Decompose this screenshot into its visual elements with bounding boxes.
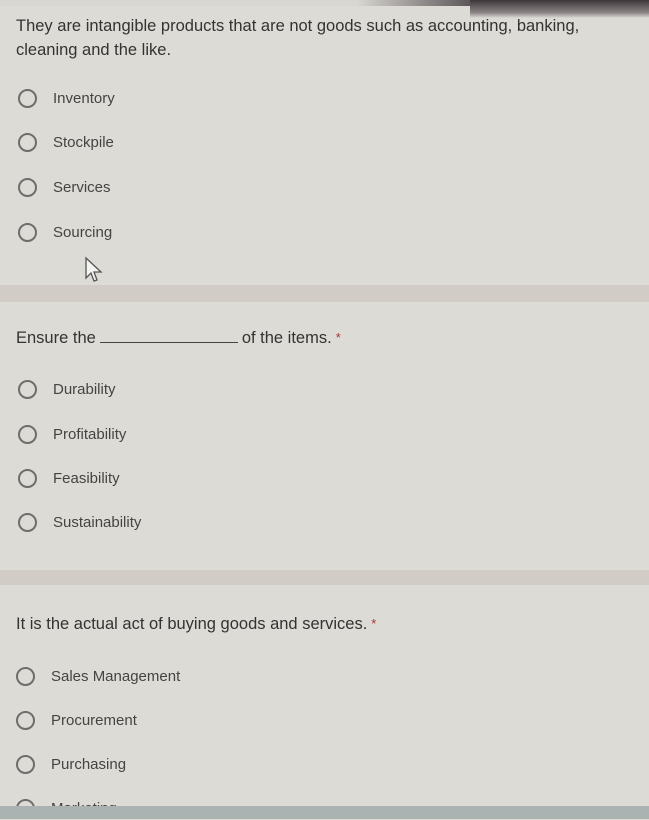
radio-button[interactable] <box>18 512 37 532</box>
option-services[interactable]: Services <box>18 175 111 199</box>
option-sales-management[interactable]: Sales Management <box>16 664 180 688</box>
radio-button[interactable] <box>18 379 37 399</box>
option-durability[interactable]: Durability <box>18 377 116 401</box>
screen-bottom-edge <box>0 806 649 819</box>
question-2-text: Ensure the of the items. * <box>16 326 341 350</box>
option-label: Purchasing <box>51 755 127 773</box>
section-divider <box>0 285 649 302</box>
option-label: Sustainability <box>53 513 142 531</box>
option-label: Sourcing <box>53 223 113 241</box>
radio-button[interactable] <box>16 710 35 730</box>
option-procurement[interactable]: Procurement <box>16 708 137 732</box>
question-2-text-before: Ensure the <box>16 329 96 347</box>
radio-button[interactable] <box>18 468 37 488</box>
option-label: Feasibility <box>53 469 120 487</box>
option-sustainability[interactable]: Sustainability <box>18 510 141 534</box>
option-label: Sales Management <box>51 667 181 685</box>
question-1-text: They are intangible products that are no… <box>16 17 580 59</box>
radio-button[interactable] <box>18 177 37 197</box>
option-feasibility[interactable]: Feasibility <box>18 466 120 490</box>
required-asterisk: * <box>371 616 377 631</box>
option-sourcing[interactable]: Sourcing <box>18 220 112 244</box>
question-2-text-after: of the items. <box>241 329 332 347</box>
option-profitability[interactable]: Profitability <box>18 422 126 446</box>
option-label: Procurement <box>51 711 137 729</box>
radio-button[interactable] <box>18 88 37 108</box>
option-label: Services <box>53 178 111 196</box>
radio-button[interactable] <box>16 754 35 774</box>
option-label: Durability <box>53 380 116 398</box>
option-label: Inventory <box>53 89 115 107</box>
question-3-label: It is the actual act of buying goods and… <box>16 615 368 633</box>
option-purchasing[interactable]: Purchasing <box>16 752 126 776</box>
section-divider <box>0 570 649 585</box>
radio-button[interactable] <box>16 666 35 686</box>
fill-in-blank <box>99 328 238 343</box>
option-label: Profitability <box>53 425 127 443</box>
option-stockpile[interactable]: Stockpile <box>18 130 114 154</box>
radio-button[interactable] <box>18 424 37 444</box>
option-inventory[interactable]: Inventory <box>18 86 115 110</box>
question-3-text: It is the actual act of buying goods and… <box>16 612 376 636</box>
required-asterisk: * <box>335 330 341 345</box>
radio-button[interactable] <box>18 222 37 242</box>
mouse-cursor-icon <box>85 256 103 282</box>
radio-button[interactable] <box>18 132 37 152</box>
option-label: Stockpile <box>53 133 114 151</box>
